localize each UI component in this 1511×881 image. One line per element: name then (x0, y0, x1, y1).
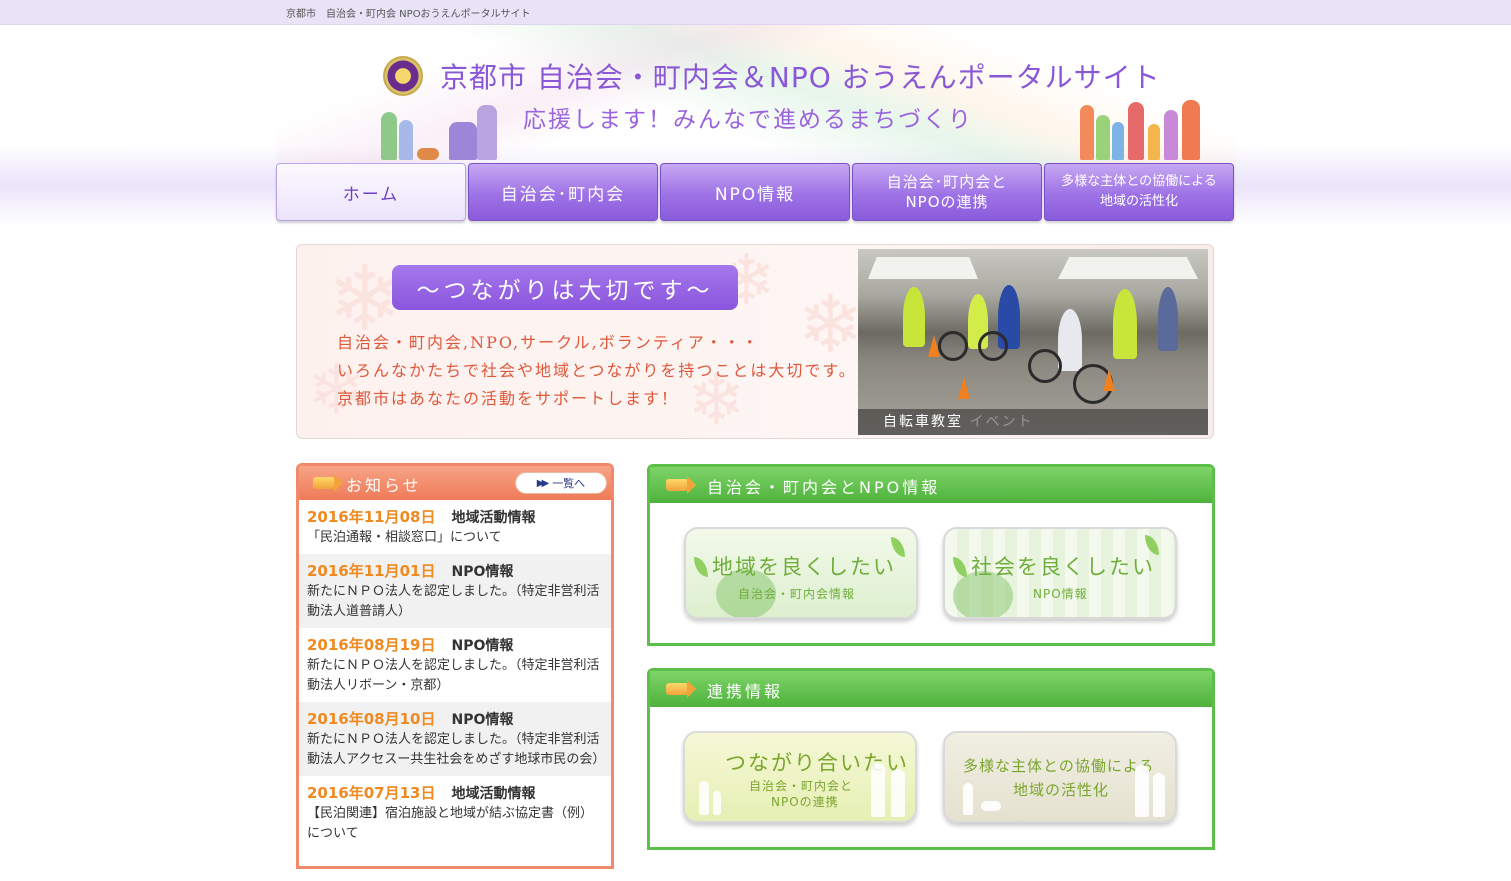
card-tsunagari-sub1: 自治会・町内会と (749, 779, 854, 793)
news-date: 2016年08月10日 (307, 710, 436, 728)
top-bar: 京都市 自治会・町内会 NPOおうえんポータルサイト (0, 0, 1511, 25)
main-nav: ホーム 自治会･町内会 NPO情報 自治会･町内会と NPOの連携 多様な主体と… (276, 163, 1236, 221)
news-link[interactable]: 「民泊通報・相談窓口」について (307, 528, 601, 548)
panel-renkei: 連携情報 つながり合いたい 自治会・町内会と NPOの連携 多様な主体との協働に… (647, 668, 1215, 850)
hero-banner: ❄ ❄ ❄ ❄ ❄ ～つながりは大切です～ 自治会・町内会,NPO,サークル,ボ… (296, 244, 1214, 439)
news-date: 2016年11月01日 (307, 562, 436, 580)
card-kyodo-line1: 多様な主体との協働による (963, 757, 1155, 775)
traffic-cone-icon (958, 377, 970, 399)
news-link[interactable]: 新たにＮＰＯ法人を認定しました。（特定非営利活動法人リボーン・京都） (307, 656, 601, 696)
panel-renkei-header: 連携情報 (650, 671, 1212, 707)
news-item[interactable]: 2016年08月19日 NPO情報 新たにＮＰＯ法人を認定しました。（特定非営利… (299, 628, 611, 702)
news-list-label: 一覧へ (552, 477, 586, 490)
snowflake-icon: ❄ (797, 278, 865, 371)
news-link[interactable]: 【民泊関連】宿泊施設と地域が結ぶ協定書（例）について (307, 804, 601, 844)
banner-headline: ～つながりは大切です～ (392, 265, 738, 310)
person-icon (1135, 765, 1149, 817)
banner-line-3: 京都市はあなたの活動をサポートします！ (337, 389, 680, 408)
people-illustration-left (377, 95, 502, 160)
arrow-right-icon (313, 474, 343, 492)
traffic-cone-icon (1103, 369, 1115, 391)
person-icon (1153, 773, 1165, 817)
news-item[interactable]: 2016年11月01日 NPO情報 新たにＮＰＯ法人を認定しました。（特定非営利… (299, 554, 611, 628)
nav-tab-jichikai[interactable]: 自治会･町内会 (468, 163, 658, 221)
photo-caption: 自転車教室 イベント (858, 409, 1208, 435)
news-item[interactable]: 2016年11月08日 地域活動情報 「民泊通報・相談窓口」について (299, 500, 611, 554)
card-tsunagari[interactable]: つながり合いたい 自治会・町内会と NPOの連携 (683, 731, 917, 823)
site-title[interactable]: 京都市 自治会・町内会＆NPO おうえんポータルサイト (440, 56, 1161, 96)
banner-line-2: いろんなかたちで社会や地域とつながりを持つことは大切です。 (337, 361, 857, 380)
topbar-text: 京都市 自治会・町内会 NPOおうえんポータルサイト (286, 9, 531, 20)
person-icon (891, 769, 905, 817)
nav-tab-home[interactable]: ホーム (276, 163, 466, 221)
card-kyodo[interactable]: 多様な主体との協働による 地域の活性化 (943, 731, 1177, 823)
news-link[interactable]: 新たにＮＰＯ法人を認定しました。（特定非営利活動法人道普請人） (307, 582, 601, 622)
person-icon (713, 791, 721, 815)
nav-tab-kyodo[interactable]: 多様な主体との協働による 地域の活性化 (1044, 163, 1234, 221)
person-icon (963, 783, 973, 815)
news-item[interactable]: 2016年07月13日 地域活動情報 【民泊関連】宿泊施設と地域が結ぶ協定書（例… (299, 776, 611, 850)
news-link[interactable]: 新たにＮＰＯ法人を認定しました。（特定非営利活動法人アクセスー共生社会をめざす地… (307, 730, 605, 770)
arrow-right-icon (666, 476, 696, 494)
card-chiiki[interactable]: 地域を良くしたい 自治会・町内会情報 (684, 527, 918, 619)
card-shakai-sub: NPO情報 (1033, 587, 1088, 601)
news-title: お知らせ (346, 476, 422, 495)
people-illustration-right (1076, 95, 1211, 160)
person-icon (699, 781, 709, 815)
card-shakai-title: 社会を良くしたい (971, 555, 1155, 579)
news-category: 地域活動情報 (451, 510, 536, 526)
panel-renkei-title: 連携情報 (707, 682, 784, 701)
news-category: NPO情報 (451, 564, 514, 580)
nav-tab-kyodo-label-1: 多様な主体との協働による (1061, 174, 1217, 189)
double-arrow-icon: ▶▶ (536, 477, 550, 489)
news-list-button[interactable]: ▶▶ 一覧へ (515, 472, 607, 494)
nav-tab-npo[interactable]: NPO情報 (660, 163, 850, 221)
photo-caption-faded: イベント (969, 414, 1034, 430)
news-date: 2016年08月19日 (307, 636, 436, 654)
leaf-icon (953, 557, 967, 577)
arrow-right-icon (666, 680, 696, 698)
nav-tab-npo-label: NPO情報 (714, 184, 796, 205)
banner-slideshow-photo[interactable]: 自転車教室 イベント (858, 249, 1208, 435)
panel-info: 自治会・町内会とNPO情報 地域を良くしたい 自治会・町内会情報 社会を良くした… (647, 464, 1215, 646)
card-kyodo-line2: 地域の活性化 (1013, 781, 1110, 799)
photo-caption-text: 自転車教室 (883, 414, 963, 430)
news-header: お知らせ ▶▶ 一覧へ (299, 466, 611, 500)
site-subtitle: 応援します！みんなで進めるまちづくり (523, 107, 973, 133)
news-date: 2016年11月08日 (307, 508, 436, 526)
panel-info-header: 自治会・町内会とNPO情報 (650, 467, 1212, 503)
news-item[interactable]: 2016年08月10日 NPO情報 新たにＮＰＯ法人を認定しました。（特定非営利… (299, 702, 611, 776)
nav-tab-jichikai-label: 自治会･町内会 (500, 184, 626, 205)
traffic-cone-icon (928, 335, 940, 357)
card-chiiki-sub: 自治会・町内会情報 (738, 587, 856, 601)
news-category: NPO情報 (451, 638, 514, 654)
nav-tab-renkei[interactable]: 自治会･町内会と NPOの連携 (852, 163, 1042, 221)
news-date: 2016年07月13日 (307, 784, 436, 802)
nav-tab-home-label: ホーム (342, 184, 400, 205)
dog-icon (981, 801, 1001, 811)
leaf-icon (694, 557, 708, 577)
nav-tab-renkei-label-2: NPOの連携 (905, 193, 989, 211)
nav-tab-kyodo-label-2: 地域の活性化 (1099, 194, 1178, 209)
panel-info-title: 自治会・町内会とNPO情報 (707, 478, 941, 497)
news-box: お知らせ ▶▶ 一覧へ 2016年11月08日 地域活動情報 「民泊通報・相談窓… (296, 463, 614, 869)
card-tsunagari-sub2: NPOの連携 (771, 795, 839, 809)
news-category: 地域活動情報 (451, 786, 536, 802)
card-shakai[interactable]: 社会を良くしたい NPO情報 (943, 527, 1177, 619)
kyoto-emblem-icon[interactable] (383, 56, 423, 96)
person-icon (871, 763, 885, 817)
nav-tab-renkei-label-1: 自治会･町内会と (886, 173, 1008, 191)
banner-line-1: 自治会・町内会,NPO,サークル,ボランティア・・・ (337, 333, 760, 352)
card-chiiki-title: 地域を良くしたい (712, 555, 896, 579)
news-category: NPO情報 (451, 712, 514, 728)
